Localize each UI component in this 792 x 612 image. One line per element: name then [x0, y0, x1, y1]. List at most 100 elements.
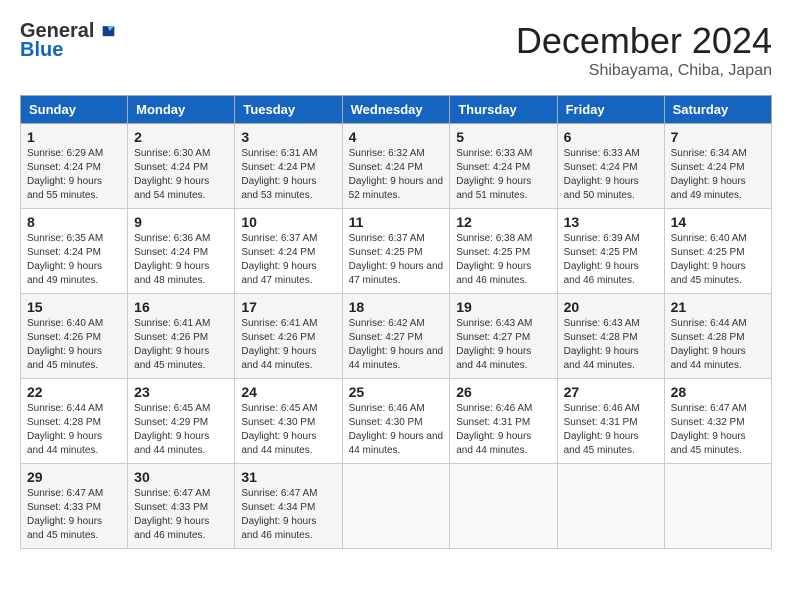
month-title: December 2024 — [516, 20, 772, 62]
day-number: 19 — [456, 299, 550, 315]
calendar-day-cell: 5 Sunrise: 6:33 AM Sunset: 4:24 PM Dayli… — [450, 124, 557, 209]
day-info: Sunrise: 6:41 AM Sunset: 4:26 PM Dayligh… — [241, 317, 335, 373]
day-number: 20 — [564, 299, 658, 315]
day-info: Sunrise: 6:33 AM Sunset: 4:24 PM Dayligh… — [564, 147, 658, 203]
calendar-day-cell: 11 Sunrise: 6:37 AM Sunset: 4:25 PM Dayl… — [342, 209, 450, 294]
calendar-day-cell: 1 Sunrise: 6:29 AM Sunset: 4:24 PM Dayli… — [21, 124, 128, 209]
calendar-header-row: Sunday Monday Tuesday Wednesday Thursday… — [21, 96, 772, 124]
day-number: 31 — [241, 469, 335, 485]
day-number: 10 — [241, 214, 335, 230]
calendar-day-cell: 19 Sunrise: 6:43 AM Sunset: 4:27 PM Dayl… — [450, 294, 557, 379]
day-number: 16 — [134, 299, 228, 315]
day-number: 11 — [349, 214, 444, 230]
calendar-day-cell: 10 Sunrise: 6:37 AM Sunset: 4:24 PM Dayl… — [235, 209, 342, 294]
calendar-day-cell: 22 Sunrise: 6:44 AM Sunset: 4:28 PM Dayl… — [21, 379, 128, 464]
calendar-day-cell: 14 Sunrise: 6:40 AM Sunset: 4:25 PM Dayl… — [664, 209, 771, 294]
col-monday: Monday — [128, 96, 235, 124]
day-info: Sunrise: 6:34 AM Sunset: 4:24 PM Dayligh… — [671, 147, 765, 203]
calendar-day-cell: 28 Sunrise: 6:47 AM Sunset: 4:32 PM Dayl… — [664, 379, 771, 464]
day-info: Sunrise: 6:33 AM Sunset: 4:24 PM Dayligh… — [456, 147, 550, 203]
day-info: Sunrise: 6:31 AM Sunset: 4:24 PM Dayligh… — [241, 147, 335, 203]
calendar-week-row: 15 Sunrise: 6:40 AM Sunset: 4:26 PM Dayl… — [21, 294, 772, 379]
day-info: Sunrise: 6:36 AM Sunset: 4:24 PM Dayligh… — [134, 232, 228, 288]
day-info: Sunrise: 6:35 AM Sunset: 4:24 PM Dayligh… — [27, 232, 121, 288]
day-info: Sunrise: 6:46 AM Sunset: 4:30 PM Dayligh… — [349, 402, 444, 458]
calendar-week-row: 22 Sunrise: 6:44 AM Sunset: 4:28 PM Dayl… — [21, 379, 772, 464]
col-friday: Friday — [557, 96, 664, 124]
title-block: December 2024 Shibayama, Chiba, Japan — [516, 20, 772, 80]
calendar-week-row: 29 Sunrise: 6:47 AM Sunset: 4:33 PM Dayl… — [21, 464, 772, 549]
day-info: Sunrise: 6:45 AM Sunset: 4:29 PM Dayligh… — [134, 402, 228, 458]
day-number: 29 — [27, 469, 121, 485]
col-sunday: Sunday — [21, 96, 128, 124]
calendar-day-cell: 23 Sunrise: 6:45 AM Sunset: 4:29 PM Dayl… — [128, 379, 235, 464]
day-info: Sunrise: 6:39 AM Sunset: 4:25 PM Dayligh… — [564, 232, 658, 288]
day-info: Sunrise: 6:37 AM Sunset: 4:25 PM Dayligh… — [349, 232, 444, 288]
day-info: Sunrise: 6:46 AM Sunset: 4:31 PM Dayligh… — [456, 402, 550, 458]
day-number: 9 — [134, 214, 228, 230]
day-info: Sunrise: 6:37 AM Sunset: 4:24 PM Dayligh… — [241, 232, 335, 288]
day-info: Sunrise: 6:38 AM Sunset: 4:25 PM Dayligh… — [456, 232, 550, 288]
calendar-table: Sunday Monday Tuesday Wednesday Thursday… — [20, 95, 772, 549]
day-number: 4 — [349, 129, 444, 145]
day-number: 25 — [349, 384, 444, 400]
day-number: 6 — [564, 129, 658, 145]
day-number: 13 — [564, 214, 658, 230]
day-number: 2 — [134, 129, 228, 145]
calendar-day-cell: 26 Sunrise: 6:46 AM Sunset: 4:31 PM Dayl… — [450, 379, 557, 464]
day-number: 30 — [134, 469, 228, 485]
day-info: Sunrise: 6:45 AM Sunset: 4:30 PM Dayligh… — [241, 402, 335, 458]
day-info: Sunrise: 6:47 AM Sunset: 4:32 PM Dayligh… — [671, 402, 765, 458]
col-tuesday: Tuesday — [235, 96, 342, 124]
day-info: Sunrise: 6:43 AM Sunset: 4:27 PM Dayligh… — [456, 317, 550, 373]
day-info: Sunrise: 6:46 AM Sunset: 4:31 PM Dayligh… — [564, 402, 658, 458]
day-number: 17 — [241, 299, 335, 315]
day-info: Sunrise: 6:44 AM Sunset: 4:28 PM Dayligh… — [27, 402, 121, 458]
day-number: 7 — [671, 129, 765, 145]
day-number: 28 — [671, 384, 765, 400]
logo: General Blue — [20, 20, 116, 62]
calendar-day-cell: 12 Sunrise: 6:38 AM Sunset: 4:25 PM Dayl… — [450, 209, 557, 294]
day-number: 8 — [27, 214, 121, 230]
col-wednesday: Wednesday — [342, 96, 450, 124]
day-number: 14 — [671, 214, 765, 230]
calendar-day-cell: 18 Sunrise: 6:42 AM Sunset: 4:27 PM Dayl… — [342, 294, 450, 379]
day-number: 24 — [241, 384, 335, 400]
day-info: Sunrise: 6:47 AM Sunset: 4:33 PM Dayligh… — [27, 487, 121, 543]
day-info: Sunrise: 6:29 AM Sunset: 4:24 PM Dayligh… — [27, 147, 121, 203]
logo-blue-text: Blue — [20, 39, 63, 62]
day-number: 5 — [456, 129, 550, 145]
calendar-day-cell: 16 Sunrise: 6:41 AM Sunset: 4:26 PM Dayl… — [128, 294, 235, 379]
location-title: Shibayama, Chiba, Japan — [516, 62, 772, 80]
calendar-day-cell: 2 Sunrise: 6:30 AM Sunset: 4:24 PM Dayli… — [128, 124, 235, 209]
logo-icon — [96, 22, 116, 42]
day-info: Sunrise: 6:32 AM Sunset: 4:24 PM Dayligh… — [349, 147, 444, 203]
col-saturday: Saturday — [664, 96, 771, 124]
calendar-day-cell: 9 Sunrise: 6:36 AM Sunset: 4:24 PM Dayli… — [128, 209, 235, 294]
calendar-day-cell: 17 Sunrise: 6:41 AM Sunset: 4:26 PM Dayl… — [235, 294, 342, 379]
calendar-day-cell: 20 Sunrise: 6:43 AM Sunset: 4:28 PM Dayl… — [557, 294, 664, 379]
calendar-empty-cell — [664, 464, 771, 549]
day-info: Sunrise: 6:47 AM Sunset: 4:33 PM Dayligh… — [134, 487, 228, 543]
calendar-day-cell: 21 Sunrise: 6:44 AM Sunset: 4:28 PM Dayl… — [664, 294, 771, 379]
calendar-day-cell: 7 Sunrise: 6:34 AM Sunset: 4:24 PM Dayli… — [664, 124, 771, 209]
calendar-week-row: 1 Sunrise: 6:29 AM Sunset: 4:24 PM Dayli… — [21, 124, 772, 209]
calendar-day-cell: 29 Sunrise: 6:47 AM Sunset: 4:33 PM Dayl… — [21, 464, 128, 549]
page-header: General Blue December 2024 Shibayama, Ch… — [20, 20, 772, 80]
day-number: 1 — [27, 129, 121, 145]
calendar-day-cell: 13 Sunrise: 6:39 AM Sunset: 4:25 PM Dayl… — [557, 209, 664, 294]
day-number: 26 — [456, 384, 550, 400]
calendar-day-cell: 30 Sunrise: 6:47 AM Sunset: 4:33 PM Dayl… — [128, 464, 235, 549]
day-info: Sunrise: 6:30 AM Sunset: 4:24 PM Dayligh… — [134, 147, 228, 203]
day-number: 15 — [27, 299, 121, 315]
day-number: 12 — [456, 214, 550, 230]
day-number: 21 — [671, 299, 765, 315]
day-number: 27 — [564, 384, 658, 400]
day-info: Sunrise: 6:40 AM Sunset: 4:26 PM Dayligh… — [27, 317, 121, 373]
day-info: Sunrise: 6:40 AM Sunset: 4:25 PM Dayligh… — [671, 232, 765, 288]
calendar-day-cell: 4 Sunrise: 6:32 AM Sunset: 4:24 PM Dayli… — [342, 124, 450, 209]
calendar-empty-cell — [557, 464, 664, 549]
day-info: Sunrise: 6:43 AM Sunset: 4:28 PM Dayligh… — [564, 317, 658, 373]
day-number: 23 — [134, 384, 228, 400]
day-number: 18 — [349, 299, 444, 315]
